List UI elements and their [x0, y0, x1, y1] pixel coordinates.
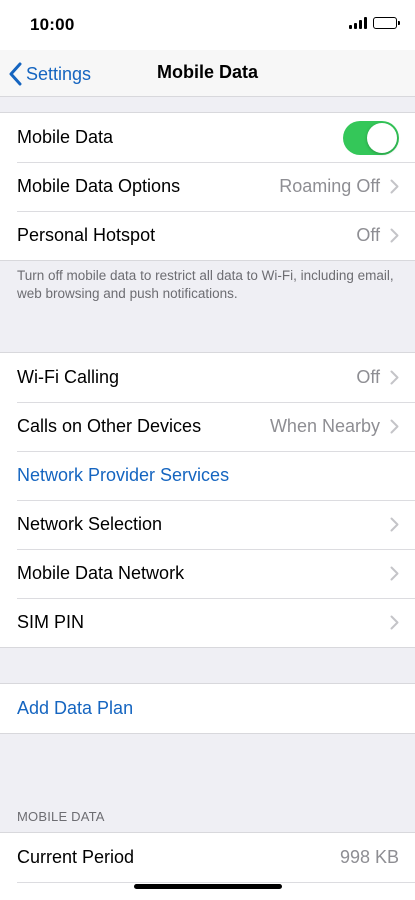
network-selection-label: Network Selection	[17, 514, 163, 534]
chevron-right-icon	[390, 615, 399, 630]
data-plan-group: Add Data Plan	[0, 683, 415, 734]
cellular-signal-icon	[349, 17, 367, 29]
usage-group: Current Period 998 KB	[0, 832, 415, 900]
navigation-bar: Settings Mobile Data	[0, 50, 415, 97]
personal-hotspot-value: Off	[356, 225, 380, 245]
mobile-data-options-row[interactable]: Mobile Data Options Roaming Off	[0, 162, 415, 211]
back-button[interactable]: Settings	[8, 60, 91, 88]
calls-other-devices-value: When Nearby	[269, 416, 380, 436]
status-bar: 10:00	[0, 0, 415, 50]
network-provider-services-row[interactable]: Network Provider Services	[0, 451, 415, 500]
add-data-plan-row[interactable]: Add Data Plan	[0, 684, 415, 733]
mobile-data-section-header: MOBILE DATA	[17, 809, 105, 824]
add-data-plan-link[interactable]: Add Data Plan	[17, 698, 399, 719]
current-period-value: 998 KB	[339, 847, 399, 867]
status-time: 10:00	[30, 15, 75, 34]
mobile-data-network-label: Mobile Data Network	[17, 563, 185, 583]
mobile-data-label: Mobile Data	[17, 127, 114, 147]
personal-hotspot-row[interactable]: Personal Hotspot Off	[0, 211, 415, 260]
wifi-calling-value: Off	[356, 367, 380, 387]
chevron-right-icon	[390, 566, 399, 581]
mobile-data-row: Mobile Data	[0, 113, 415, 162]
battery-icon	[373, 17, 400, 29]
sim-pin-label: SIM PIN	[17, 612, 85, 632]
toggle-knob	[367, 122, 397, 153]
chevron-right-icon	[390, 228, 399, 243]
calls-other-devices-row[interactable]: Calls on Other Devices When Nearby	[0, 402, 415, 451]
network-selection-row[interactable]: Network Selection	[0, 500, 415, 549]
status-icons	[349, 17, 400, 29]
chevron-right-icon	[390, 419, 399, 434]
mobile-data-group: Mobile Data Mobile Data Options Roaming …	[0, 112, 415, 261]
wifi-calling-row[interactable]: Wi-Fi Calling Off	[0, 353, 415, 402]
chevron-right-icon	[390, 370, 399, 385]
mobile-data-options-value: Roaming Off	[279, 176, 380, 196]
current-period-row: Current Period 998 KB	[0, 833, 415, 882]
mobile-data-toggle[interactable]	[343, 120, 399, 155]
sim-pin-row[interactable]: SIM PIN	[0, 598, 415, 647]
wifi-calling-label: Wi-Fi Calling	[17, 367, 120, 387]
mobile-data-network-row[interactable]: Mobile Data Network	[0, 549, 415, 598]
current-period-label: Current Period	[17, 847, 135, 867]
personal-hotspot-label: Personal Hotspot	[17, 225, 156, 245]
mobile-data-footer-note: Turn off mobile data to restrict all dat…	[17, 268, 394, 301]
chevron-right-icon	[390, 179, 399, 194]
back-chevron-icon	[9, 62, 22, 86]
network-provider-services-link[interactable]: Network Provider Services	[17, 465, 399, 486]
mobile-data-options-label: Mobile Data Options	[17, 176, 181, 196]
calls-other-devices-label: Calls on Other Devices	[17, 416, 202, 436]
chevron-right-icon	[390, 517, 399, 532]
back-button-label: Settings	[26, 63, 92, 84]
home-indicator[interactable]	[134, 884, 282, 889]
calling-network-group: Wi-Fi Calling Off Calls on Other Devices…	[0, 352, 415, 648]
